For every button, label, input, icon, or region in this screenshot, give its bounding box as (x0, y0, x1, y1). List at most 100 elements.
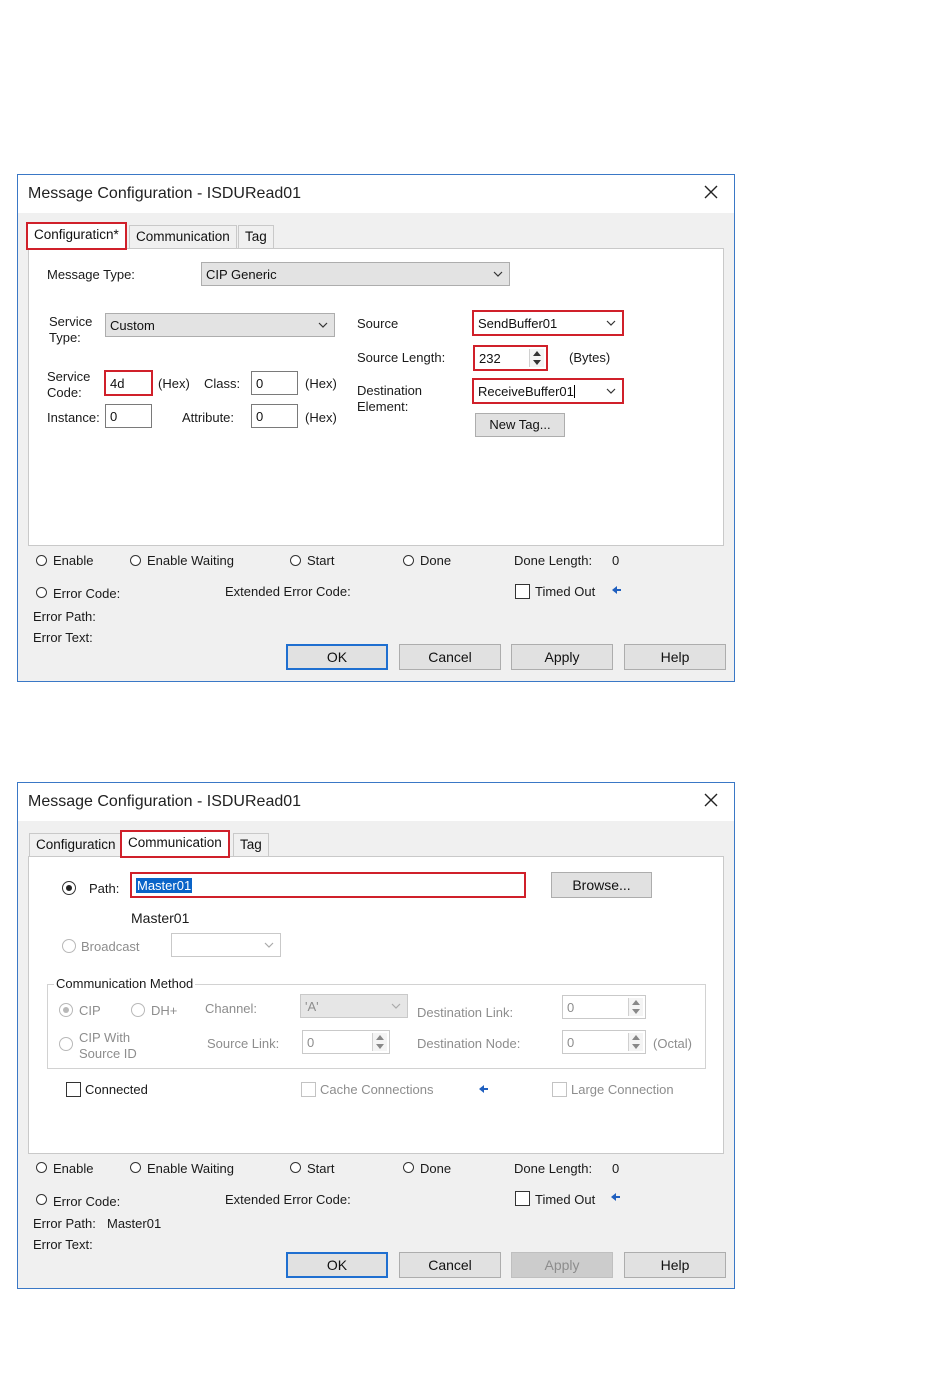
source-label: Source (357, 316, 399, 331)
dialog-client: Configuraticn Communication Tag Path: Ma… (18, 821, 734, 1288)
class-input[interactable]: 0 (251, 371, 298, 395)
connected-checkbox[interactable] (66, 1082, 81, 1097)
spin-up-icon (376, 1035, 384, 1040)
ok-button[interactable]: OK (286, 1252, 388, 1278)
spin-buttons[interactable] (372, 1033, 387, 1051)
enable-label: Enable (53, 553, 94, 568)
service-type-label: Service Type: (49, 314, 93, 345)
message-type-dropdown[interactable]: CIP Generic (201, 262, 510, 286)
large-connection-checkbox[interactable] (552, 1082, 567, 1097)
path-input[interactable]: Master01 (130, 872, 526, 898)
path-display: Master01 (131, 910, 190, 926)
error-text-label: Error Text: (33, 630, 93, 645)
dhplus-radio[interactable] (131, 1003, 145, 1017)
cancel-button[interactable]: Cancel (399, 644, 501, 670)
path-label: Path: (89, 881, 120, 896)
enable-waiting-label: Enable Waiting (147, 553, 234, 568)
destination-link-stepper[interactable]: 0 (562, 995, 646, 1019)
source-length-value: 232 (479, 351, 501, 366)
error-path-label: Error Path: (33, 609, 96, 624)
spin-down-icon (533, 360, 541, 365)
title-bar: Message Configuration - ISDURead01 (18, 175, 734, 213)
source-length-stepper[interactable]: 232 (473, 345, 548, 371)
apply-button[interactable]: Apply (511, 1252, 613, 1278)
tab-configuration[interactable]: Configuraticn (29, 833, 123, 856)
new-tag-button[interactable]: New Tag... (475, 413, 565, 437)
tab-communication[interactable]: Communication (129, 225, 237, 248)
attribute-label: Attribute: (182, 410, 235, 425)
instance-input[interactable]: 0 (105, 404, 152, 428)
done-label: Done (420, 1161, 452, 1176)
close-icon[interactable] (700, 789, 722, 811)
done-length-value: 0 (612, 553, 620, 568)
destination-link-value: 0 (567, 1000, 575, 1015)
cache-connections-checkbox[interactable] (301, 1082, 316, 1097)
tab-configuration[interactable]: Configuraticn* (26, 222, 127, 250)
destination-node-label: Destination Node: (417, 1036, 521, 1051)
arrow-left-icon (479, 1085, 488, 1093)
tab-tag[interactable]: Tag (233, 833, 269, 856)
timed-out-label: Timed Out (535, 1192, 596, 1207)
cache-connections-label: Cache Connections (320, 1082, 434, 1097)
chevron-down-icon (318, 322, 328, 328)
timed-out-checkbox (515, 1191, 530, 1206)
cip-with-source-id-radio[interactable] (59, 1037, 73, 1051)
communication-panel: Path: Master01 Browse... Master01 Broadc… (28, 856, 724, 1154)
ok-button[interactable]: OK (286, 644, 388, 670)
connected-label: Connected (85, 1082, 148, 1097)
dialog-client: Configuraticn* Communication Tag Message… (18, 213, 734, 681)
broadcast-radio[interactable] (62, 939, 76, 953)
apply-button[interactable]: Apply (511, 644, 613, 670)
path-value: Master01 (136, 878, 193, 893)
done-length-label: Done Length: (514, 553, 593, 568)
source-link-stepper[interactable]: 0 (302, 1030, 390, 1054)
destination-value: ReceiveBuffer01 (478, 384, 574, 399)
destination-link-label: Destination Link: (417, 1005, 514, 1020)
timed-out-checkbox (515, 584, 530, 599)
message-configuration-dialog-configuration: Message Configuration - ISDURead01 Confi… (17, 174, 735, 682)
error-code-label: Error Code: (53, 586, 121, 601)
spin-down-icon (632, 1009, 640, 1014)
done-indicator (403, 555, 414, 566)
browse-button[interactable]: Browse... (551, 872, 652, 898)
destination-node-stepper[interactable]: 0 (562, 1030, 646, 1054)
communication-method-group: Communication Method CIP DH+ Channel: 'A… (47, 976, 706, 1069)
help-button[interactable]: Help (624, 644, 726, 670)
dhplus-label: DH+ (151, 1003, 178, 1018)
channel-label: Channel: (205, 1001, 258, 1016)
spin-buttons[interactable] (628, 1033, 643, 1051)
destination-node-value: 0 (567, 1035, 575, 1050)
cip-radio[interactable] (59, 1003, 73, 1017)
class-label: Class: (204, 376, 241, 391)
start-label: Start (307, 553, 335, 568)
channel-dropdown[interactable]: 'A' (300, 994, 408, 1018)
chevron-down-icon (606, 388, 616, 394)
destination-element-dropdown[interactable]: ReceiveBuffer01 (472, 378, 624, 404)
broadcast-label: Broadcast (81, 939, 140, 954)
enable-waiting-indicator (130, 1162, 141, 1173)
service-code-input[interactable]: 4d (104, 370, 153, 396)
start-indicator (290, 555, 301, 566)
service-type-dropdown[interactable]: Custom (105, 313, 335, 337)
error-text-label: Error Text: (33, 1237, 93, 1252)
enable-label: Enable (53, 1161, 94, 1176)
broadcast-dropdown[interactable] (171, 933, 281, 957)
attribute-input[interactable]: 0 (251, 404, 298, 428)
tab-communication[interactable]: Communication (120, 830, 230, 858)
communication-method-title: Communication Method (54, 976, 196, 992)
spin-buttons[interactable] (628, 998, 643, 1016)
cip-label: CIP (79, 1003, 101, 1018)
enable-waiting-label: Enable Waiting (147, 1161, 234, 1176)
help-button[interactable]: Help (624, 1252, 726, 1278)
cancel-button[interactable]: Cancel (399, 1252, 501, 1278)
close-icon[interactable] (700, 181, 722, 203)
done-indicator (403, 1162, 414, 1173)
start-indicator (290, 1162, 301, 1173)
spin-buttons[interactable] (529, 349, 544, 367)
path-radio[interactable] (62, 881, 76, 895)
source-dropdown[interactable]: SendBuffer01 (472, 310, 624, 336)
tab-tag[interactable]: Tag (238, 225, 274, 248)
done-length-value: 0 (612, 1161, 620, 1176)
spin-up-icon (632, 1000, 640, 1005)
instance-label: Instance: (47, 410, 100, 425)
